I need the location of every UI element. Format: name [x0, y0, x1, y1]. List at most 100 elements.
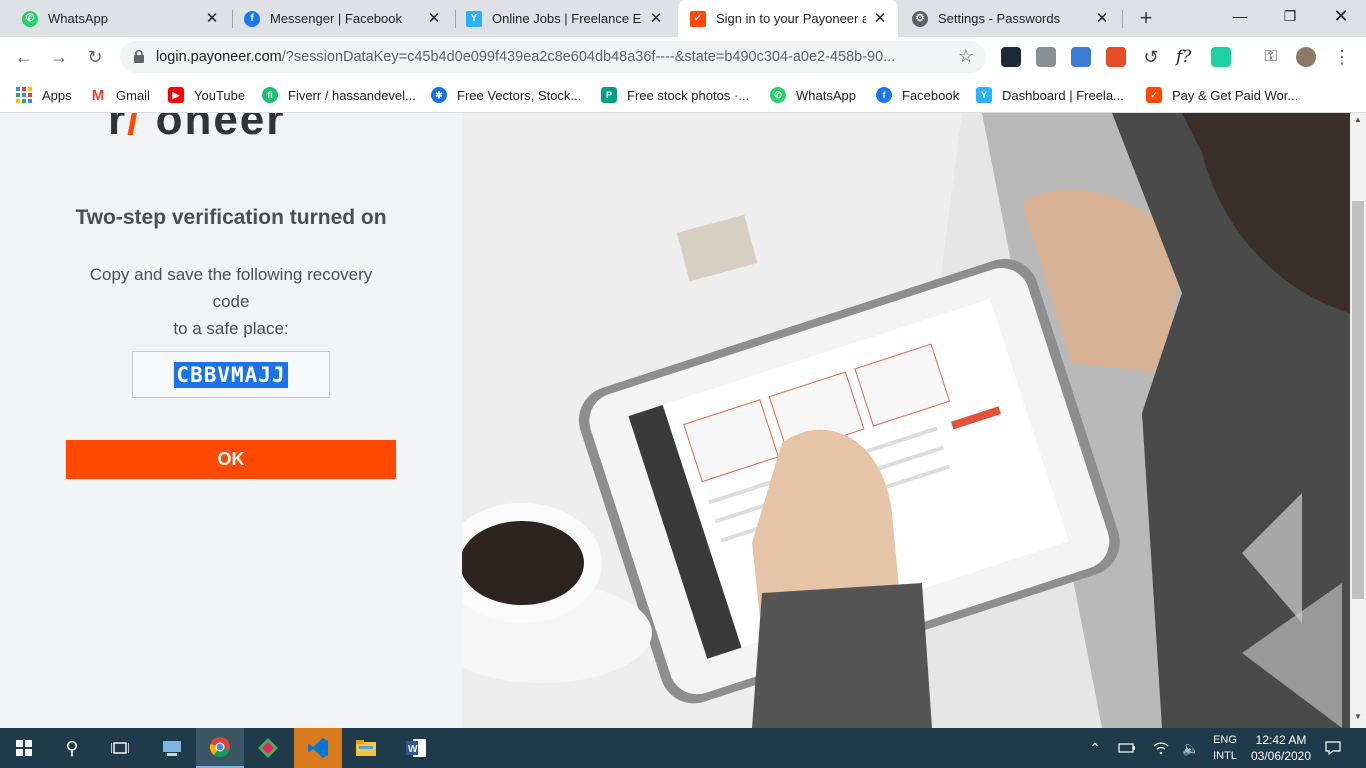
payoneer-icon: ✓ — [1146, 87, 1162, 103]
browser-toolbar: ← → ↻ login.payoneer.com/?sessionDataKey… — [0, 37, 1366, 77]
bookmark-freelancer-dashboard[interactable]: Y Dashboard | Freela... — [976, 84, 1124, 106]
back-arrow-icon[interactable]: ← — [12, 45, 36, 69]
windows-start-icon[interactable] — [0, 728, 48, 768]
bookmark-label: Free Vectors, Stock... — [457, 87, 582, 103]
ok-button[interactable]: OK — [66, 440, 396, 479]
bookmark-label: Pay & Get Paid Wor... — [1172, 87, 1299, 103]
bookmark-payoneer[interactable]: ✓ Pay & Get Paid Wor... — [1146, 84, 1298, 106]
whatsapp-icon: ✆ — [22, 10, 38, 27]
bookmark-label: Facebook — [902, 87, 960, 103]
recovery-code-box[interactable]: CBBVMAJJ — [132, 351, 330, 398]
window-close-icon[interactable]: ✕ — [1318, 0, 1364, 32]
bookmark-label: Fiverr / hassandevel... — [288, 87, 416, 103]
payoneer-icon: ✓ — [690, 10, 706, 27]
svg-text:W: W — [408, 744, 418, 755]
whatsapp-icon: ✆ — [770, 87, 786, 103]
language-indicator[interactable]: ENG INTL — [1210, 732, 1240, 764]
search-icon[interactable]: ⚲ — [48, 728, 96, 768]
extension-icon[interactable] — [1106, 47, 1126, 67]
extension-icon[interactable] — [1071, 47, 1091, 67]
tab-title: Online Jobs | Freelance Em — [492, 11, 642, 26]
scroll-up-icon[interactable]: ▲ — [1350, 115, 1366, 129]
minimize-icon[interactable]: — — [1217, 0, 1263, 32]
menu-kebab-icon[interactable]: ⋮ — [1332, 47, 1352, 67]
recovery-code[interactable]: CBBVMAJJ — [174, 361, 288, 388]
volume-icon[interactable]: 🔈 — [1180, 728, 1202, 768]
close-icon[interactable]: ✕ — [204, 10, 220, 27]
gmail-icon: M — [91, 86, 105, 104]
new-tab-button[interactable]: + — [1134, 6, 1158, 30]
react-devtools-icon[interactable] — [1001, 47, 1021, 67]
bookmark-youtube[interactable]: ▶ YouTube — [168, 84, 245, 106]
page-title: Two-step verification turned on — [75, 206, 387, 229]
bookmark-label: YouTube — [194, 87, 246, 103]
bookmark-whatsapp[interactable]: ✆ WhatsApp — [770, 84, 856, 106]
pexels-icon: P — [601, 87, 617, 103]
wifi-icon[interactable] — [1150, 728, 1172, 768]
file-explorer-icon[interactable] — [342, 728, 390, 768]
notification-icon[interactable] — [1322, 728, 1344, 768]
tab-settings[interactable]: ⚙ Settings - Passwords ✕ — [898, 0, 1120, 37]
git-kraken-icon[interactable] — [244, 728, 292, 768]
bookmark-star-icon[interactable]: ☆ — [958, 46, 974, 67]
fonts-ninja-icon[interactable]: f? — [1176, 47, 1196, 67]
address-bar[interactable]: login.payoneer.com/?sessionDataKey=c45b4… — [120, 41, 986, 73]
tablet-photo-illustration — [462, 113, 1350, 728]
bookmark-freepik[interactable]: ✱ Free Vectors, Stock... — [431, 84, 581, 106]
tab-whatsapp[interactable]: ✆ WhatsApp ✕ — [0, 0, 230, 37]
close-icon[interactable]: ✕ — [648, 10, 664, 27]
battery-icon[interactable] — [1116, 728, 1138, 768]
scroll-down-icon[interactable]: ▼ — [1350, 712, 1366, 726]
maximize-icon[interactable]: ❐ — [1267, 0, 1313, 32]
gear-icon: ⚙ — [912, 10, 928, 27]
desktop-app-icon[interactable] — [148, 728, 196, 768]
freelancer-icon: Y — [976, 87, 992, 103]
extension-icon[interactable] — [1211, 47, 1231, 67]
bookmark-pexels[interactable]: P Free stock photos ·... — [601, 84, 749, 106]
bookmark-gmail[interactable]: M Gmail — [90, 84, 150, 106]
page-scrollbar[interactable]: ▲ ▼ — [1350, 113, 1366, 728]
clock-time: 12:42 AM — [1255, 733, 1307, 747]
windows-taskbar: ⚲ W ⌃ 🔈 ENG INTL 12:42 AM 03/06/2020 — [0, 728, 1366, 768]
bookmark-label: Free stock photos ·... — [627, 87, 750, 103]
avatar[interactable] — [1296, 47, 1316, 67]
verification-panel: r/ oneer Two-step verification turned on… — [0, 113, 462, 728]
instruction-line: to a safe place: — [173, 319, 289, 338]
close-icon[interactable]: ✕ — [426, 10, 442, 27]
hero-photo — [462, 113, 1350, 728]
vscode-icon[interactable] — [294, 728, 342, 768]
bookmark-label: Dashboard | Freela... — [1002, 87, 1124, 103]
tab-freelancer[interactable]: Y Online Jobs | Freelance Em ✕ — [444, 0, 674, 37]
url-path: /?sessionDataKey=c45b4d0e099f439ea2c8e60… — [281, 49, 896, 65]
payoneer-logo: r/ oneer — [108, 113, 286, 144]
bookmarks-bar: Apps M Gmail ▶ YouTube fi Fiverr / hassa… — [0, 77, 1366, 113]
fiverr-icon: fi — [262, 87, 278, 103]
chevron-up-icon[interactable]: ⌃ — [1084, 728, 1106, 768]
url-host: login.payoneer.com — [156, 49, 282, 65]
extension-icon[interactable] — [1036, 47, 1056, 67]
history-icon[interactable]: ↺ — [1141, 47, 1161, 67]
close-icon[interactable]: ✕ — [1094, 10, 1110, 27]
scrollbar-thumb[interactable] — [1352, 201, 1364, 599]
tab-messenger[interactable]: f Messenger | Facebook ✕ — [222, 0, 452, 37]
tab-title: WhatsApp — [48, 11, 108, 26]
key-icon[interactable]: ⚿ — [1261, 47, 1281, 67]
word-icon[interactable]: W — [392, 728, 440, 768]
tab-payoneer[interactable]: ✓ Sign in to your Payoneer a ✕ — [678, 0, 898, 37]
forward-arrow-icon[interactable]: → — [47, 45, 71, 69]
system-clock[interactable]: 12:42 AM 03/06/2020 — [1246, 732, 1316, 764]
tab-title: Messenger | Facebook — [270, 11, 402, 26]
reload-icon[interactable]: ↻ — [83, 45, 107, 69]
close-icon[interactable]: ✕ — [872, 10, 888, 27]
bookmark-label: Gmail — [116, 87, 150, 103]
bookmark-apps[interactable]: Apps — [16, 84, 72, 106]
task-view-icon[interactable] — [96, 728, 144, 768]
youtube-icon: ▶ — [168, 87, 184, 103]
bookmark-label: WhatsApp — [796, 87, 856, 103]
instruction-text: Copy and save the following recovery cod… — [70, 261, 392, 342]
keyboard-layout: INTL — [1213, 750, 1237, 762]
bookmark-fiverr[interactable]: fi Fiverr / hassandevel... — [262, 84, 416, 106]
chrome-icon[interactable] — [196, 728, 244, 768]
bookmark-facebook[interactable]: f Facebook — [876, 84, 959, 106]
clock-date: 03/06/2020 — [1250, 749, 1312, 763]
